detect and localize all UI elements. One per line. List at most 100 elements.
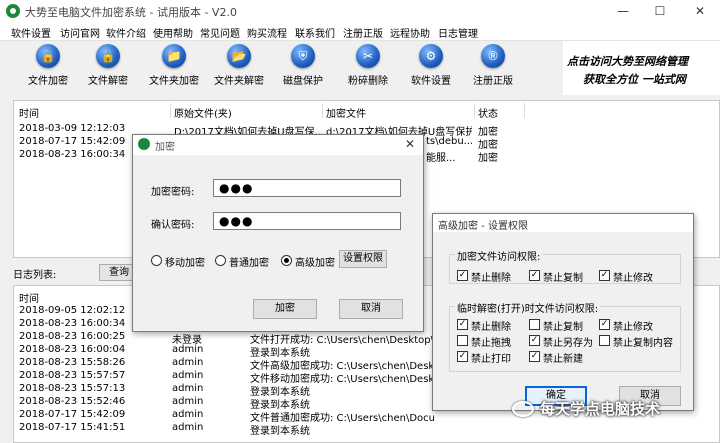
toolbar-label: 文件解密 — [88, 76, 128, 87]
menu-software-settings[interactable]: 软件设置 — [11, 25, 51, 40]
log-row-user[interactable]: admin — [172, 344, 203, 355]
shred-delete-button[interactable]: ✂ 粉碎删除 — [346, 44, 390, 92]
cancel-button[interactable]: 取消 — [339, 299, 403, 319]
g2-no-new-checkbox[interactable]: ✓ — [529, 351, 540, 362]
g2-no-save-as-label[interactable]: 禁止另存为 — [543, 334, 593, 349]
g2-no-copy-content-label[interactable]: 禁止复制内容 — [613, 334, 673, 349]
g1-no-modify-checkbox[interactable]: ✓ — [599, 270, 610, 281]
password-input[interactable]: ●●● — [213, 179, 401, 197]
log-row-time[interactable]: 2018-08-23 15:57:13 — [19, 383, 125, 394]
encrypt-dialog-title-bar: 加密 ✕ — [133, 135, 423, 155]
log-row-user[interactable]: admin — [172, 409, 203, 420]
log-row-time[interactable]: 2018-08-23 15:52:46 — [19, 396, 125, 407]
file-row-status[interactable]: 加密 — [478, 149, 498, 164]
encrypt-dialog-close-button[interactable]: ✕ — [405, 137, 415, 151]
watermark-text: 每天学点电脑技术 — [540, 400, 661, 418]
disk-protection-button[interactable]: ⛨ 磁盘保护 — [281, 44, 325, 92]
g2-no-modify-checkbox[interactable]: ✓ — [599, 319, 610, 330]
mode-advanced-label[interactable]: 高级加密 — [295, 254, 335, 269]
log-row-time[interactable]: 2018-07-17 15:42:09 — [19, 409, 125, 420]
group1-title: 加密文件访问权限: — [455, 248, 543, 263]
column-header-time[interactable]: 时间 — [19, 290, 39, 305]
log-row-time[interactable]: 2018-08-23 16:00:25 — [19, 331, 125, 342]
encrypt-dialog: 加密 ✕ 加密密码: ●●● 确认密码: ●●● 移动加密 普通加密 高级加密 … — [132, 134, 424, 332]
register-button[interactable]: ® 注册正版 — [471, 44, 515, 92]
g2-no-copy-content-checkbox[interactable] — [599, 335, 610, 346]
log-row-time[interactable]: 2018-08-23 15:58:26 — [19, 357, 125, 368]
mode-advanced-radio[interactable] — [281, 255, 292, 266]
column-header-time[interactable]: 时间 — [19, 105, 39, 120]
log-list-label: 日志列表: — [13, 270, 57, 281]
menu-purchase[interactable]: 购买流程 — [247, 25, 287, 40]
g2-no-copy-checkbox[interactable] — [529, 319, 540, 330]
log-row-time[interactable]: 2018-09-05 12:02:12 — [19, 305, 125, 316]
g2-no-copy-label[interactable]: 禁止复制 — [543, 318, 583, 333]
mode-move-label[interactable]: 移动加密 — [165, 254, 205, 269]
log-row-time[interactable]: 2018-08-23 15:57:57 — [19, 370, 125, 381]
confirm-password-input[interactable]: ●●● — [213, 212, 401, 230]
permissions-dialog-title-bar: 高级加密 - 设置权限 — [433, 214, 693, 232]
menu-remote-assist[interactable]: 远程协助 — [390, 25, 430, 40]
gear-icon: ⚙ — [419, 44, 443, 68]
decrypt-folder-button[interactable]: 📂 文件夹解密 — [213, 44, 265, 92]
maximize-button[interactable]: ☐ — [640, 0, 680, 22]
g2-no-new-label[interactable]: 禁止新建 — [543, 350, 583, 365]
g1-no-copy-label[interactable]: 禁止复制 — [543, 269, 583, 284]
column-header-status[interactable]: 状态 — [478, 105, 498, 120]
toolbar-label: 磁盘保护 — [283, 76, 323, 87]
g2-no-drag-checkbox[interactable] — [457, 335, 468, 346]
log-row-time[interactable]: 2018-08-23 16:00:34 — [19, 318, 125, 329]
menu-faq[interactable]: 常见问题 — [200, 25, 240, 40]
mode-normal-label[interactable]: 普通加密 — [229, 254, 269, 269]
g2-no-delete-label[interactable]: 禁止删除 — [471, 318, 511, 333]
menu-help[interactable]: 使用帮助 — [153, 25, 193, 40]
g2-no-print-label[interactable]: 禁止打印 — [471, 350, 511, 365]
app-logo-icon — [138, 138, 150, 150]
file-row-time[interactable]: 2018-08-23 16:00:34 — [19, 149, 125, 160]
menu-log-management[interactable]: 日志管理 — [438, 25, 478, 40]
encrypt-folder-button[interactable]: 📁 文件夹加密 — [148, 44, 200, 92]
folder-unlock-icon: 📂 — [227, 44, 251, 68]
log-row-time[interactable]: 2018-07-17 15:41:51 — [19, 422, 125, 433]
file-row-encrypted[interactable]: ts\debu... — [426, 136, 472, 147]
g1-no-modify-label[interactable]: 禁止修改 — [613, 269, 653, 284]
log-row-user[interactable]: admin — [172, 370, 203, 381]
file-row-time[interactable]: 2018-03-09 12:12:03 — [19, 123, 125, 134]
column-header-original-file[interactable]: 原始文件(夹) — [174, 105, 232, 120]
log-row-event[interactable]: 登录到本系统 — [250, 422, 434, 437]
menu-introduction[interactable]: 软件介绍 — [106, 25, 146, 40]
g2-no-delete-checkbox[interactable]: ✓ — [457, 319, 468, 330]
log-row-user[interactable]: admin — [172, 396, 203, 407]
set-permissions-button[interactable]: 设置权限 — [339, 250, 387, 268]
g1-no-delete-checkbox[interactable]: ✓ — [457, 270, 468, 281]
log-row-time[interactable]: 2018-08-23 16:00:04 — [19, 344, 125, 355]
mode-normal-radio[interactable] — [215, 255, 226, 266]
menu-register[interactable]: 注册正版 — [343, 25, 383, 40]
log-row-user[interactable]: admin — [172, 383, 203, 394]
g2-no-drag-label[interactable]: 禁止拖拽 — [471, 334, 511, 349]
file-row-time[interactable]: 2018-07-17 15:42:09 — [19, 136, 125, 147]
log-row-user[interactable]: admin — [172, 357, 203, 368]
toolbar-label: 粉碎删除 — [348, 76, 388, 87]
g1-no-copy-checkbox[interactable]: ✓ — [529, 270, 540, 281]
minimize-button[interactable]: — — [603, 0, 643, 22]
menu-official-site[interactable]: 访问官网 — [60, 25, 100, 40]
g2-no-print-checkbox[interactable]: ✓ — [457, 351, 468, 362]
file-row-encrypted[interactable]: 能服... — [426, 149, 472, 164]
decrypt-file-button[interactable]: 🔓 文件解密 — [86, 44, 130, 92]
window-title: 大势至电脑文件加密系统 - 试用版本 - V2.0 — [25, 6, 237, 19]
software-settings-button[interactable]: ⚙ 软件设置 — [409, 44, 453, 92]
g2-no-save-as-checkbox[interactable]: ✓ — [529, 335, 540, 346]
mode-move-radio[interactable] — [151, 255, 162, 266]
g2-no-modify-label[interactable]: 禁止修改 — [613, 318, 653, 333]
menu-contact[interactable]: 联系我们 — [295, 25, 335, 40]
g1-no-delete-label[interactable]: 禁止删除 — [471, 269, 511, 284]
close-button[interactable]: ✕ — [680, 0, 720, 22]
document-lock-icon: 🔒 — [36, 44, 60, 68]
promo-banner[interactable]: 点击访问大势至网络管理 获取全方位 一站式网 — [563, 41, 720, 95]
log-row-user[interactable]: admin — [172, 422, 203, 433]
folder-lock-icon: 📁 — [162, 44, 186, 68]
column-header-encrypted-file[interactable]: 加密文件 — [326, 105, 366, 120]
encrypt-file-button[interactable]: 🔒 文件加密 — [26, 44, 70, 92]
encrypt-button[interactable]: 加密 — [253, 299, 317, 319]
